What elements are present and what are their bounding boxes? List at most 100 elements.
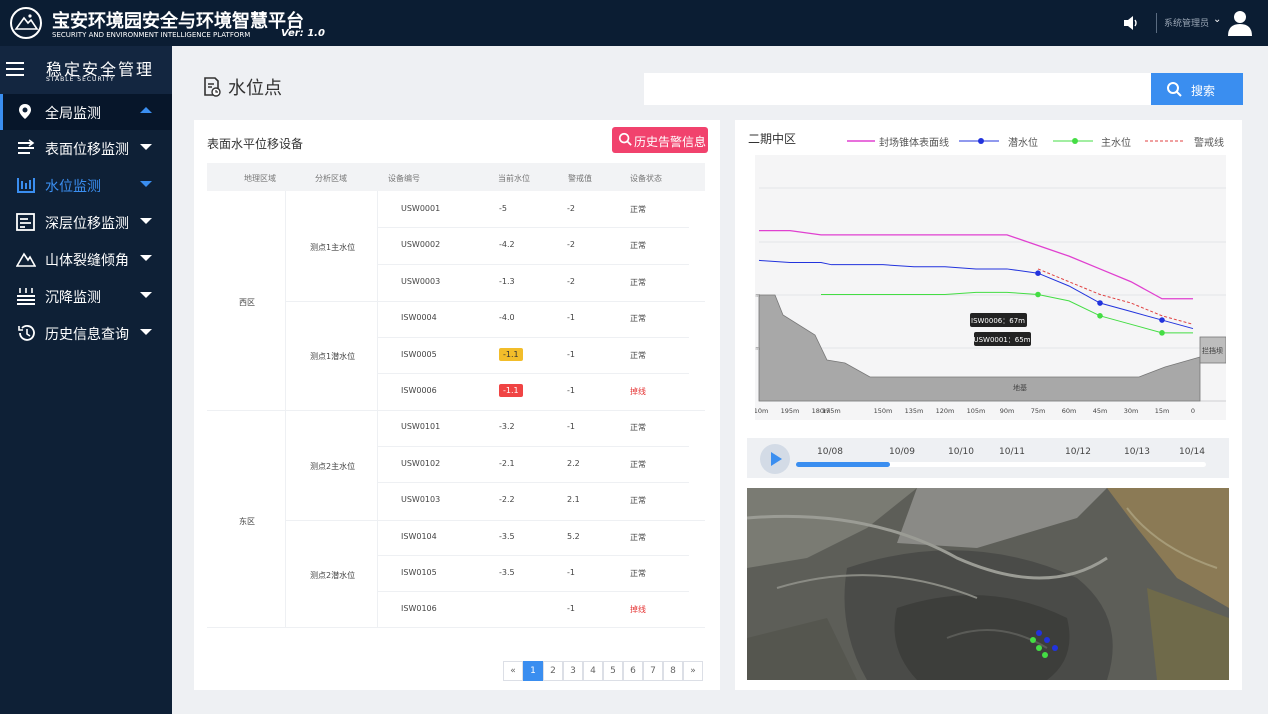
- legend-label: 主水位: [1101, 138, 1131, 149]
- sidebar-item-deep-displacement[interactable]: 深层位移监测: [0, 204, 172, 240]
- alarm-history-button[interactable]: 历史告警信息: [612, 127, 708, 153]
- sensor-marker: [1052, 645, 1058, 651]
- level-value: -4.2: [499, 240, 515, 249]
- timeline-track[interactable]: [796, 462, 1206, 467]
- sidebar-item-label: 深层位移监测: [45, 216, 129, 232]
- water-level-profile-chart: ISW0006：67m USW0001：65m 地基 拦挡坝 80m 40m 0…: [749, 155, 1227, 420]
- page-button-8[interactable]: 8: [663, 661, 683, 681]
- legend-swatch-surface: [847, 140, 875, 142]
- level-cell: -1.3: [499, 277, 515, 286]
- timeline-player: 10/08 10/09 10/10 10/11 10/12 10/13 10/1…: [747, 438, 1229, 478]
- level-warning-badge: -1.1: [499, 348, 523, 361]
- search-input[interactable]: [644, 73, 1152, 105]
- active-indicator: [0, 94, 3, 130]
- legend-label: 封场锥体表面线: [879, 138, 949, 149]
- user-separator: [1156, 13, 1157, 33]
- device-id: ISW0006: [401, 386, 437, 395]
- alert-value: -1: [567, 422, 575, 431]
- level-cell: -5: [499, 204, 507, 213]
- platform-logo: [10, 7, 42, 39]
- page-button-3[interactable]: 3: [563, 661, 583, 681]
- timeline-date[interactable]: 10/14: [1179, 447, 1205, 457]
- profile-chart-svg: ISW0006：67m USW0001：65m 地基 拦挡坝 80m 40m 0…: [749, 187, 1227, 415]
- xtick-label: 75m: [1031, 407, 1046, 415]
- search-button[interactable]: 搜索: [1151, 73, 1243, 105]
- timeline-date[interactable]: 10/10: [948, 447, 974, 457]
- timeline-date[interactable]: 10/09: [889, 447, 915, 457]
- sidebar-item-settlement[interactable]: 沉降监测: [0, 278, 172, 314]
- chevron-down-icon[interactable]: ⌄: [1213, 14, 1221, 25]
- page-next-button[interactable]: »: [683, 661, 703, 681]
- sidebar-item-global-monitor[interactable]: 全局监测: [0, 94, 172, 130]
- tooltip-2: USW0001：65m: [973, 332, 1031, 346]
- alert-value: -1: [567, 350, 575, 359]
- level-value: -4.0: [499, 313, 515, 322]
- level-cell: -4.2: [499, 240, 515, 249]
- xtick-label: 60m: [1062, 407, 1077, 415]
- sidebar-item-water-level[interactable]: 水位监测: [0, 167, 172, 203]
- timeline-date[interactable]: 10/12: [1065, 447, 1091, 457]
- level-value: -3.2: [499, 422, 515, 431]
- page-prev-button[interactable]: «: [503, 661, 523, 681]
- chevron-down-icon: [140, 218, 152, 224]
- panel-title: 表面水平位移设备: [207, 137, 304, 151]
- page-button-5[interactable]: 5: [603, 661, 623, 681]
- chevron-down-icon: [140, 329, 152, 335]
- level-value: -5: [499, 204, 507, 213]
- panel-title: 二期中区: [748, 132, 797, 146]
- status-value: 正常: [630, 496, 646, 505]
- deep-chart-icon: [16, 213, 36, 231]
- level-cell: -1.1: [499, 384, 523, 397]
- alert-value: 2.2: [567, 459, 580, 468]
- level-cell: -2.2: [499, 495, 515, 504]
- group-cell: 测点2潜水位: [310, 571, 356, 580]
- page-button-6[interactable]: 6: [623, 661, 643, 681]
- xtick-label: 210m: [755, 407, 768, 415]
- location-pin-icon: [16, 103, 36, 121]
- sidebar-item-crack-tilt[interactable]: 山体裂缝倾角: [0, 241, 172, 277]
- page-button-4[interactable]: 4: [583, 661, 603, 681]
- timeline-date[interactable]: 10/11: [999, 447, 1025, 457]
- device-id: USW0103: [401, 495, 441, 504]
- menu-toggle-icon[interactable]: [6, 62, 24, 77]
- timeline-date[interactable]: 10/08: [817, 447, 843, 457]
- app-subtitle: SECURITY AND ENVIRONMENT INTELLIGENCE PL…: [52, 31, 251, 39]
- series-point: [1035, 270, 1041, 276]
- sidebar-item-label: 水位监测: [45, 179, 101, 195]
- xtick-label: 105m: [967, 407, 986, 415]
- device-id: USW0102: [401, 459, 441, 468]
- page-button-1[interactable]: 1: [523, 661, 543, 681]
- sidebar-item-label: 表面位移监测: [45, 142, 129, 158]
- xtick-label: 90m: [1000, 407, 1015, 415]
- level-value: -2.2: [499, 495, 515, 504]
- sidebar-item-history[interactable]: 历史信息查询: [0, 315, 172, 351]
- timeline-date[interactable]: 10/13: [1124, 447, 1150, 457]
- sidebar-item-surface-displacement[interactable]: 表面位移监测: [0, 130, 172, 166]
- top-bar: 宝安环境园安全与环境智慧平台 SECURITY AND ENVIRONMENT …: [0, 0, 1268, 46]
- level-value: -2.1: [499, 459, 515, 468]
- series-point: [1097, 313, 1103, 319]
- satellite-image: [747, 488, 1229, 680]
- user-avatar-icon[interactable]: [1226, 8, 1254, 40]
- play-button[interactable]: [760, 444, 790, 474]
- satellite-map[interactable]: [747, 488, 1229, 680]
- alert-value: -1: [567, 568, 575, 577]
- chevron-down-icon: [140, 292, 152, 298]
- level-cell: -3.5: [499, 532, 515, 541]
- alarm-history-label: 历史告警信息: [634, 135, 707, 149]
- device-table-panel: 表面水平位移设备 历史告警信息 地理区域 分析区域 设备编号 当前水位 警戒值 …: [194, 120, 720, 690]
- alert-value: -2: [567, 277, 575, 286]
- alert-value: -1: [567, 604, 575, 613]
- level-alarm-badge: -1.1: [499, 384, 523, 397]
- page-button-7[interactable]: 7: [643, 661, 663, 681]
- status-value: 正常: [630, 278, 646, 287]
- page-button-2[interactable]: 2: [543, 661, 563, 681]
- speaker-icon[interactable]: [1122, 14, 1140, 36]
- history-clock-icon: [16, 324, 36, 342]
- level-value: -1.3: [499, 277, 515, 286]
- device-id: USW0101: [401, 422, 441, 431]
- xtick-label: 0: [1191, 407, 1195, 415]
- status-value: 正常: [630, 241, 646, 250]
- username[interactable]: 系统管理员: [1164, 16, 1209, 29]
- legend-swatch-main: [1053, 138, 1093, 144]
